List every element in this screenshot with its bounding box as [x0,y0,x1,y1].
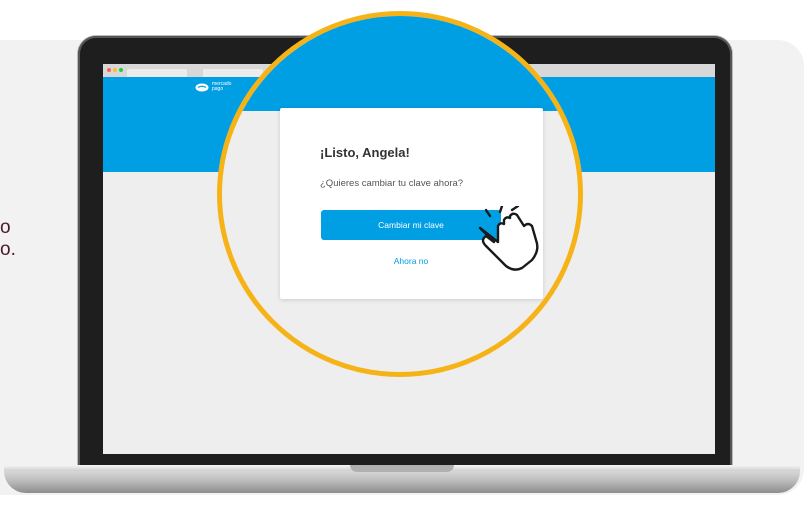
side-text-line2: o. [0,239,16,260]
zoomed-header [222,16,578,111]
stage: o o. mercado pago [0,0,804,529]
close-window-icon [107,68,111,72]
zoom-highlight: ¡Listo, Angela! ¿Quieres cambiar tu clav… [217,11,583,377]
minimize-window-icon [113,68,117,72]
dialog-subtitle: ¿Quieres cambiar tu clave ahora? [320,178,464,189]
laptop-notch [350,465,454,472]
dialog-title: ¡Listo, Angela! [320,145,410,160]
maximize-window-icon [119,68,123,72]
window-controls [107,68,123,72]
side-text-line1: o [0,217,11,238]
browser-tab [127,69,187,77]
hand-pointer-icon [478,206,539,271]
handshake-icon [195,83,209,91]
